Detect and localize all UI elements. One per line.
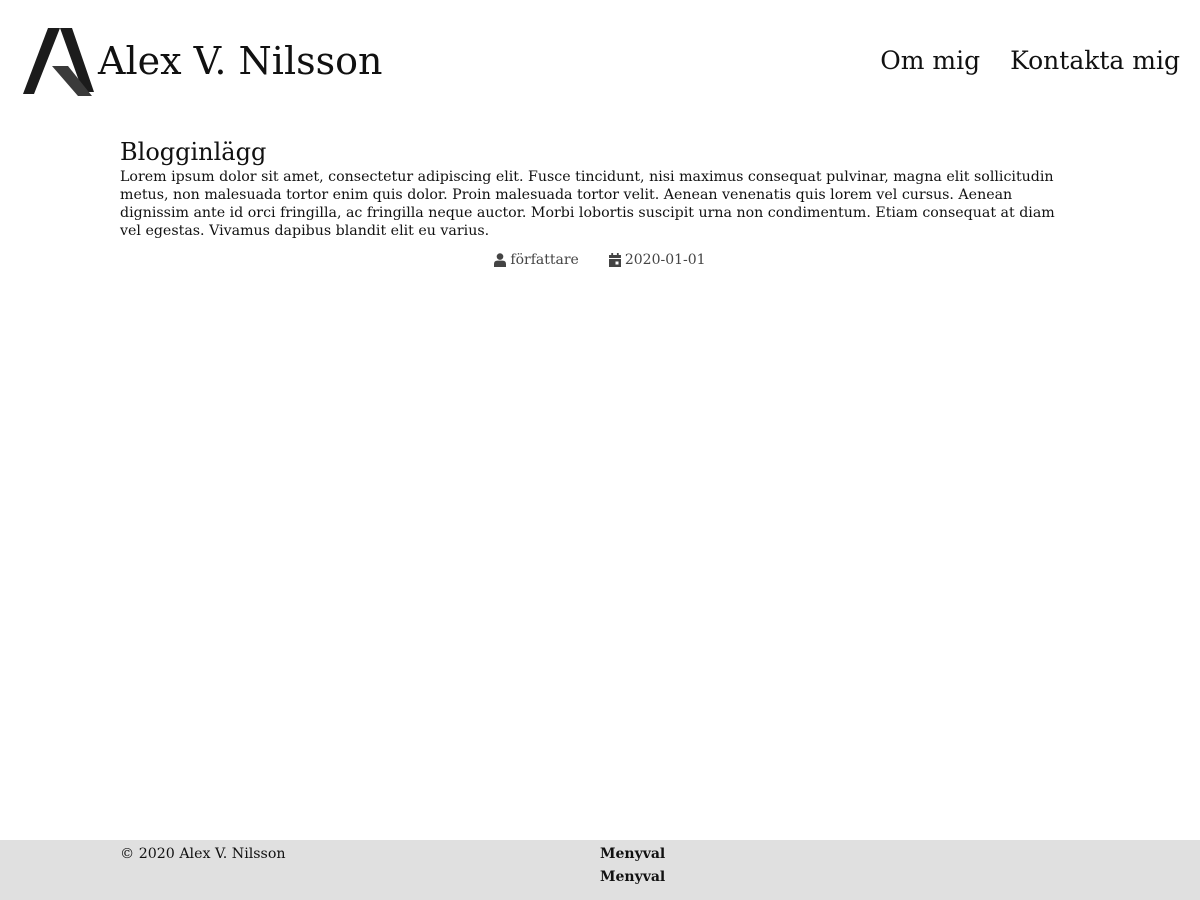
user-icon (494, 253, 507, 267)
calendar-icon (608, 253, 621, 267)
footer-menu-item[interactable]: Menyval (600, 868, 665, 886)
page: Alex V. Nilsson Om mig Kontakta mig Blog… (0, 0, 1200, 900)
post-meta: författare 2020-01-01 (120, 250, 1080, 270)
post-author-name: författare (510, 252, 579, 268)
site-title[interactable]: Alex V. Nilsson (98, 38, 382, 84)
nav-link-about[interactable]: Om mig (880, 44, 980, 78)
site-footer: © 2020 Alex V. Nilsson Menyval Menyval (0, 840, 1200, 900)
footer-menu-item[interactable]: Menyval (600, 845, 665, 863)
footer-copyright: © 2020 Alex V. Nilsson (120, 846, 286, 862)
post-date: 2020-01-01 (608, 250, 706, 270)
blog-post: Blogginlägg Lorem ipsum dolor sit amet, … (120, 136, 1080, 270)
nav-link-contact[interactable]: Kontakta mig (1010, 44, 1180, 78)
main-nav: Om mig Kontakta mig (880, 44, 1180, 78)
site-logo-icon[interactable] (22, 26, 94, 98)
site-header: Alex V. Nilsson Om mig Kontakta mig (0, 0, 1200, 125)
post-date-value: 2020-01-01 (624, 252, 706, 268)
footer-menu: Menyval Menyval (600, 845, 665, 886)
post-body: Lorem ipsum dolor sit amet, consectetur … (120, 169, 1055, 239)
post-author: författare (494, 250, 579, 270)
post-title: Blogginlägg (120, 138, 267, 166)
main-content: Blogginlägg Lorem ipsum dolor sit amet, … (120, 136, 1080, 270)
